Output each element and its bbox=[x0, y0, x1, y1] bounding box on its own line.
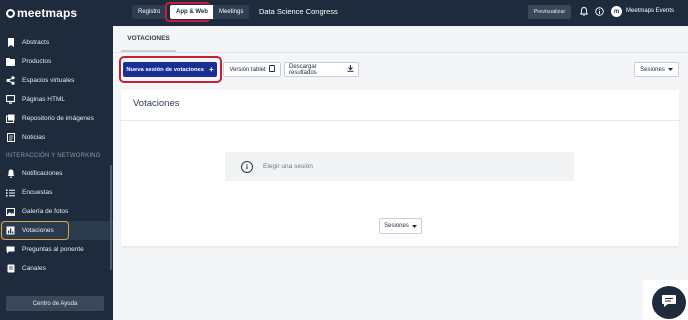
user-name[interactable]: Meetmaps Events bbox=[626, 8, 674, 14]
sidebar-item-label: Páginas HTML bbox=[22, 96, 65, 103]
download-results-label: Descargar resultados bbox=[289, 63, 317, 76]
brand-name: meetmaps bbox=[17, 6, 78, 20]
sidebar-item-label: Espacios virtuales bbox=[22, 77, 75, 84]
sidebar-item-galeria-fotos[interactable]: Galería de fotos bbox=[0, 202, 113, 221]
sidebar-item-label: Repositorio de imágenes bbox=[22, 115, 94, 122]
section-label-interaccion: INTERACCIÓN Y NETWORKING bbox=[6, 153, 101, 159]
question-icon bbox=[6, 245, 15, 254]
sessions-dropdown-label: Sesiones bbox=[640, 66, 665, 73]
sidebar-item-noticias[interactable]: Noticias bbox=[0, 128, 113, 147]
sidebar-item-productos[interactable]: Productos bbox=[0, 52, 113, 71]
sidebar-item-notificaciones[interactable]: Notificaciones bbox=[0, 164, 113, 183]
sidebar-item-preguntas-ponente[interactable]: Preguntas al ponente bbox=[0, 240, 113, 259]
tab-votaciones[interactable]: VOTACIONES bbox=[121, 35, 176, 52]
tab-divider bbox=[113, 52, 688, 53]
chat-button[interactable] bbox=[652, 286, 686, 319]
download-icon bbox=[347, 65, 354, 74]
bell-icon[interactable] bbox=[578, 6, 589, 17]
sidebar: meetmaps Abstracts Productos Espacios vi… bbox=[0, 0, 113, 320]
sidebar-item-label: Preguntas al ponente bbox=[22, 246, 84, 253]
sidebar-menu: Abstracts Productos Espacios virtuales P… bbox=[0, 33, 113, 278]
votaciones-card: Votaciones i Elegir una sesión Sesiones bbox=[121, 90, 679, 246]
list-icon bbox=[6, 188, 15, 197]
sidebar-item-repositorio-imagenes[interactable]: Repositorio de imágenes bbox=[0, 109, 113, 128]
share-icon bbox=[6, 76, 15, 85]
sidebar-item-paginas-html[interactable]: Páginas HTML bbox=[0, 90, 113, 109]
sidebar-item-votaciones[interactable]: Votaciones bbox=[0, 221, 113, 240]
tablet-version-label: Versión tablet bbox=[229, 66, 266, 73]
tablet-icon bbox=[268, 65, 275, 74]
meetmaps-logo[interactable]: meetmaps bbox=[0, 0, 113, 26]
sidebar-item-label: Notificaciones bbox=[22, 170, 63, 177]
card-sessions-dropdown[interactable]: Sesiones bbox=[379, 218, 422, 234]
help-center-button[interactable]: Centro de Ayuda bbox=[6, 296, 104, 311]
sidebar-item-label: Encuestas bbox=[22, 189, 53, 196]
download-results-button[interactable]: Descargar resultados bbox=[284, 62, 359, 77]
monitor-icon bbox=[6, 95, 15, 104]
tablet-version-button[interactable]: Versión tablet bbox=[223, 62, 281, 77]
sidebar-item-abstracts[interactable]: Abstracts bbox=[0, 33, 113, 52]
sidebar-scrollbar[interactable] bbox=[110, 165, 112, 270]
chevron-down-icon bbox=[411, 223, 417, 230]
sidebar-item-encuestas[interactable]: Encuestas bbox=[0, 183, 113, 202]
chat-icon bbox=[661, 294, 677, 311]
chevron-down-icon bbox=[667, 66, 673, 73]
card-sessions-label: Sesiones bbox=[384, 223, 409, 229]
tab-app-web[interactable]: App & Web bbox=[170, 5, 214, 19]
logo-mark-icon bbox=[6, 8, 15, 18]
event-name: Data Science Congress bbox=[259, 7, 338, 16]
card-title: Votaciones bbox=[133, 98, 180, 109]
user-avatar[interactable]: m bbox=[611, 6, 622, 17]
top-bar: Registro App & Web Meetings Data Science… bbox=[113, 0, 688, 26]
sidebar-item-espacios-virtuales[interactable]: Espacios virtuales bbox=[0, 71, 113, 90]
plus-icon: + bbox=[208, 65, 214, 74]
active-item-highlight bbox=[1, 221, 69, 240]
card-divider bbox=[121, 120, 679, 121]
empty-state: i Elegir una sesión bbox=[225, 152, 574, 181]
sidebar-item-label: Noticias bbox=[22, 134, 46, 141]
empty-state-message: Elegir una sesión bbox=[263, 163, 313, 170]
sidebar-item-label: Productos bbox=[22, 58, 52, 65]
sidebar-item-label: Abstracts bbox=[22, 39, 50, 46]
bell-icon bbox=[6, 169, 15, 178]
tab-registro[interactable]: Registro bbox=[132, 5, 167, 19]
sidebar-item-label: Canales bbox=[22, 265, 46, 272]
new-session-label: Nueva sesión de votaciones bbox=[126, 66, 204, 73]
preview-button[interactable]: Previsualizar bbox=[528, 5, 571, 19]
tab-meetings[interactable]: Meetings bbox=[213, 5, 250, 19]
sidebar-item-label: Galería de fotos bbox=[22, 208, 69, 215]
info-icon: i bbox=[241, 160, 253, 173]
bookmark-icon bbox=[6, 38, 15, 47]
info-icon[interactable] bbox=[594, 6, 605, 17]
channel-icon bbox=[6, 264, 15, 273]
images-icon bbox=[6, 114, 15, 123]
main-content: VOTACIONES Nueva sesión de votaciones + … bbox=[113, 26, 688, 320]
sidebar-item-canales[interactable]: Canales bbox=[0, 259, 113, 278]
document-icon bbox=[6, 133, 15, 142]
sessions-dropdown[interactable]: Sesiones bbox=[634, 62, 679, 77]
folder-icon bbox=[6, 57, 15, 66]
new-voting-session-button[interactable]: Nueva sesión de votaciones + bbox=[123, 62, 217, 77]
gallery-icon bbox=[6, 207, 15, 216]
